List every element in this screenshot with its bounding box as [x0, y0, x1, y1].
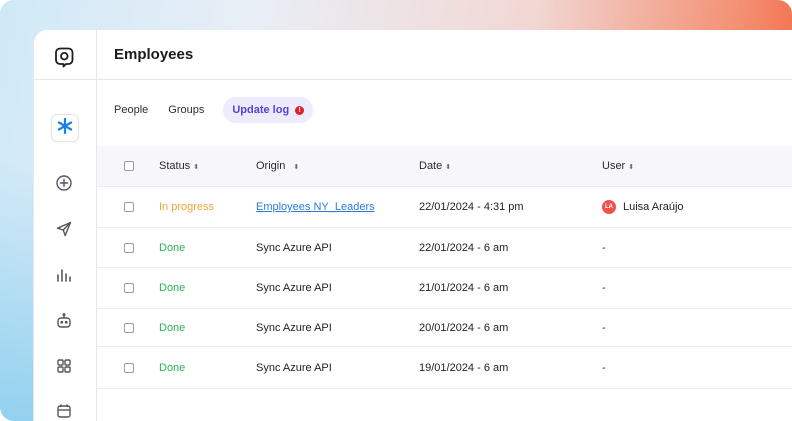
main-content: Employees People Groups Update log ! Sta… [97, 30, 792, 421]
row-checkbox[interactable] [124, 322, 134, 333]
status-text: In progress [159, 201, 215, 213]
calendar-icon[interactable] [54, 401, 74, 421]
origin-text: Sync Azure API [256, 321, 332, 334]
sidebar-divider [34, 79, 96, 80]
sort-icon: ⬍ [293, 164, 300, 171]
asterisk-icon [56, 117, 74, 140]
row-checkbox[interactable] [124, 283, 134, 293]
row-checkbox[interactable] [124, 242, 134, 253]
origin-text: Sync Azure API [256, 241, 332, 254]
user-name: Luisa Araújo [623, 200, 684, 213]
page-title: Employees [114, 46, 194, 63]
app-window: Employees People Groups Update log ! Sta… [33, 30, 792, 421]
origin-text: Sync Azure API [256, 361, 332, 374]
tab-update-log-label: Update log [232, 104, 290, 116]
date-text: 19/01/2024 - 6 am [419, 361, 509, 374]
column-origin-label: Origin [256, 160, 286, 172]
column-origin[interactable]: Origin ⬍ [256, 160, 299, 172]
robot-icon[interactable] [54, 311, 74, 331]
sort-icon: ⬍ [193, 164, 200, 171]
column-status-label: Status [159, 160, 191, 172]
user-text: - [602, 321, 606, 334]
table-row[interactable]: In progress Employees NY_Leaders 22/01/2… [97, 187, 792, 228]
row-checkbox[interactable] [124, 202, 134, 212]
table-row[interactable]: Done Sync Azure API 22/01/2024 - 6 am - [97, 228, 792, 268]
select-all-checkbox[interactable] [124, 161, 134, 171]
origin-text: Sync Azure API [256, 282, 332, 294]
column-date[interactable]: Date ⬍ [419, 160, 451, 172]
table-row[interactable]: Done Sync Azure API 21/01/2024 - 6 am - [97, 268, 792, 309]
status-text: Done [159, 321, 186, 334]
user-text: - [602, 241, 606, 254]
status-text: Done [159, 282, 186, 294]
tab-update-log[interactable]: Update log ! [223, 97, 314, 123]
tab-bar: People Groups Update log ! [97, 96, 314, 124]
user-cell: LA Luisa Araújo [602, 200, 684, 214]
date-text: 22/01/2024 - 4:31 pm [419, 201, 524, 213]
column-status[interactable]: Status ⬍ [159, 160, 199, 172]
grid-icon[interactable] [54, 356, 74, 376]
date-text: 20/01/2024 - 6 am [419, 321, 509, 334]
column-user[interactable]: User ⬍ [602, 160, 634, 172]
date-text: 22/01/2024 - 6 am [419, 241, 509, 254]
table-row[interactable]: Done Sync Azure API 19/01/2024 - 6 am - [97, 347, 792, 389]
alert-badge: ! [295, 105, 305, 115]
logo-icon[interactable] [53, 45, 77, 69]
status-text: Done [159, 361, 186, 374]
plus-circle-icon[interactable] [54, 173, 74, 193]
column-user-label: User [602, 160, 626, 172]
row-checkbox[interactable] [124, 362, 134, 373]
column-date-label: Date [419, 160, 443, 172]
origin-link[interactable]: Employees NY_Leaders [256, 201, 375, 213]
user-text: - [602, 282, 606, 294]
status-text: Done [159, 241, 186, 254]
table-header: Status ⬍ Origin ⬍ Date ⬍ User ⬍ [97, 146, 792, 187]
update-log-table: Status ⬍ Origin ⬍ Date ⬍ User ⬍ In progress … [97, 146, 792, 389]
avatar: LA [602, 200, 616, 214]
nav-asterisk-button[interactable] [51, 114, 79, 142]
bar-chart-icon[interactable] [54, 265, 74, 285]
table-row[interactable]: Done Sync Azure API 20/01/2024 - 6 am - [97, 309, 792, 347]
date-text: 21/01/2024 - 6 am [419, 282, 509, 294]
tab-people[interactable]: People [114, 104, 148, 116]
sidebar [34, 30, 97, 421]
sort-icon: ⬍ [445, 164, 452, 171]
user-text: - [602, 361, 606, 374]
page-header: Employees [97, 30, 792, 80]
sort-icon: ⬍ [628, 164, 635, 171]
tab-groups[interactable]: Groups [168, 104, 204, 116]
send-icon[interactable] [54, 219, 74, 239]
